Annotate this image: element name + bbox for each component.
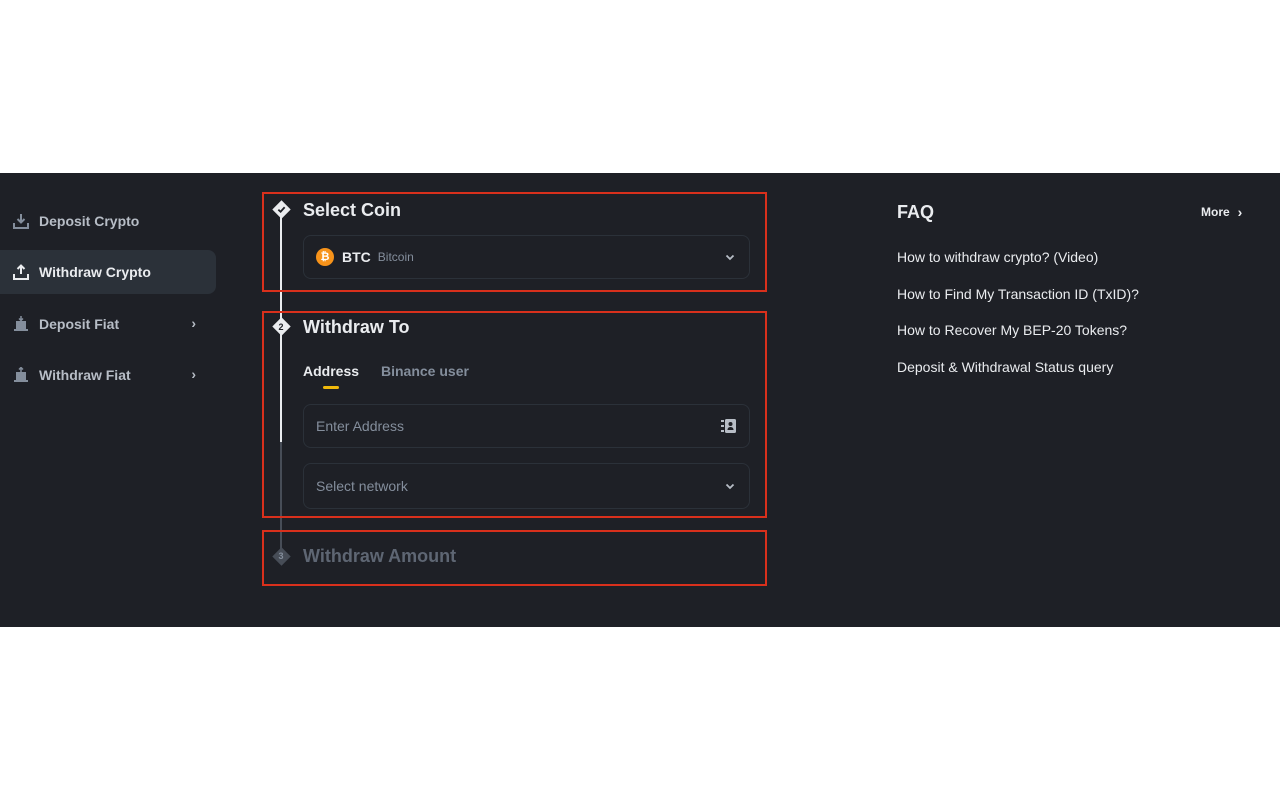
sidebar-item-deposit-fiat[interactable]: Deposit Fiat ›: [0, 302, 216, 346]
sidebar-item-withdraw-fiat[interactable]: Withdraw Fiat ›: [0, 353, 216, 397]
faq-more-link[interactable]: More ›: [1201, 204, 1242, 220]
sidebar-item-label: Deposit Fiat: [39, 316, 120, 332]
faq-title: FAQ: [897, 202, 935, 222]
download-icon: [12, 212, 30, 230]
sidebar-item-label: Deposit Crypto: [39, 213, 140, 229]
faq-link[interactable]: How to withdraw crypto? (Video): [897, 249, 1098, 265]
sidebar-item-label: Withdraw Fiat: [39, 367, 131, 383]
chevron-right-icon: ›: [191, 366, 196, 382]
highlight-box-withdraw-to: [262, 311, 767, 518]
chevron-right-icon: ›: [191, 315, 196, 331]
withdraw-fiat-icon: [12, 366, 30, 384]
sidebar-item-withdraw-crypto[interactable]: Withdraw Crypto: [0, 250, 216, 294]
highlight-box-withdraw-amount: [262, 530, 767, 586]
sidebar-item-deposit-crypto[interactable]: Deposit Crypto: [0, 199, 216, 243]
faq-link[interactable]: How to Recover My BEP-20 Tokens?: [897, 322, 1127, 338]
highlight-box-select-coin: [262, 192, 767, 292]
chevron-right-icon: ›: [1237, 204, 1243, 220]
faq-more-label: More: [1201, 205, 1230, 219]
sidebar-item-label: Withdraw Crypto: [39, 264, 151, 280]
deposit-fiat-icon: [12, 315, 30, 333]
upload-icon: [12, 263, 30, 281]
faq-link[interactable]: How to Find My Transaction ID (TxID)?: [897, 286, 1139, 302]
faq-link[interactable]: Deposit & Withdrawal Status query: [897, 359, 1113, 375]
